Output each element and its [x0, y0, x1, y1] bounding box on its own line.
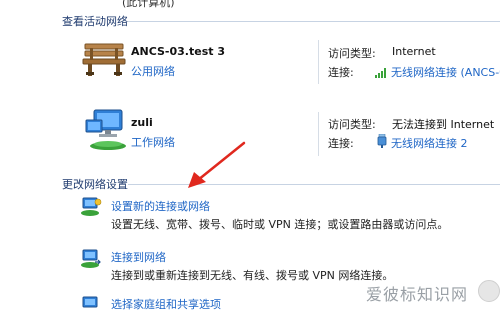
network-type-link[interactable]: 公用网络	[131, 63, 175, 79]
setup-new-connection-desc: 设置无线、宽带、拨号、临时或 VPN 连接；或设置路由器或访问点。	[111, 218, 449, 231]
top-cut-text: (此计算机)	[122, 0, 175, 9]
access-type-value: 无法连接到 Internet	[392, 118, 495, 131]
bench-icon	[82, 42, 126, 82]
network-type-link[interactable]: 工作网络	[131, 134, 175, 150]
wireless-adapter-icon	[377, 133, 387, 152]
access-type-label: 访问类型:	[328, 118, 376, 131]
work-network-icon	[84, 108, 130, 156]
column-separator	[318, 112, 319, 156]
connection-link[interactable]: 无线网络连接 (ANCS-0	[391, 64, 500, 80]
connect-to-network-desc: 连接到或重新连接到无线、有线、拨号或 VPN 网络连接。	[111, 269, 394, 282]
watermark-logo-icon	[478, 280, 500, 302]
connection-label: 连接:	[328, 137, 354, 150]
section-separator	[128, 21, 500, 22]
homegroup-sharing-link[interactable]: 选择家庭组和共享选项	[111, 296, 221, 312]
change-settings-title: 更改网络设置	[62, 178, 128, 191]
wifi-signal-icon	[375, 64, 387, 83]
connect-to-network-link[interactable]: 连接到网络	[111, 249, 166, 265]
setup-new-connection-link[interactable]: 设置新的连接或网络	[111, 198, 210, 214]
homegroup-icon	[80, 294, 102, 313]
connection-label: 连接:	[328, 66, 354, 79]
watermark-text: 爱彼标知识网	[366, 285, 469, 304]
access-type-value: Internet	[392, 45, 436, 58]
connect-network-icon	[80, 248, 102, 274]
network-setup-icon	[80, 196, 102, 222]
column-separator	[318, 40, 319, 84]
view-networks-title: 查看活动网络	[62, 15, 128, 28]
network-name: zuli	[131, 116, 153, 129]
network-name: ANCS-03.test 3	[131, 45, 225, 58]
access-type-label: 访问类型:	[328, 47, 376, 60]
connection-link[interactable]: 无线网络连接 2	[391, 135, 468, 151]
red-arrow-annotation	[188, 141, 246, 188]
